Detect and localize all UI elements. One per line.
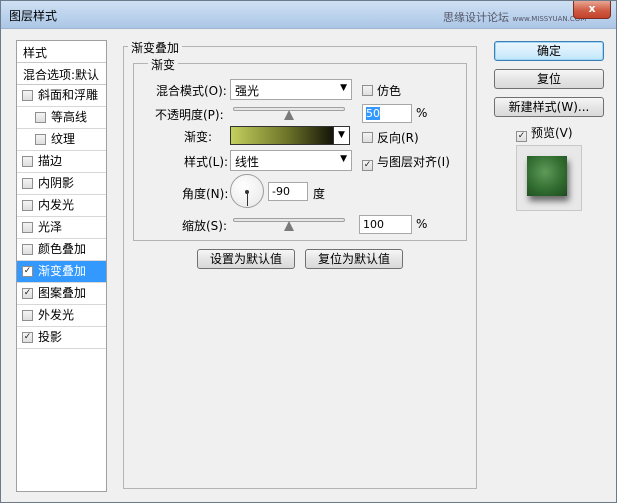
title-bar[interactable]: 图层样式 思缘设计论坛 www.MISSYUAN.COM x [1, 1, 616, 29]
angle-label: 角度(N): [182, 187, 229, 201]
opacity-input[interactable]: 50 [362, 104, 412, 123]
gradient-subgroup-title: 渐变 [148, 56, 179, 73]
style-list-item[interactable]: 内阴影 [17, 173, 106, 195]
style-label: 样式(L): [184, 155, 229, 169]
style-list-item[interactable]: 斜面和浮雕 [17, 85, 106, 107]
close-button[interactable]: x [573, 1, 611, 19]
chevron-down-icon: ▼ [340, 154, 347, 164]
style-list-item[interactable]: 描边 [17, 151, 106, 173]
angle-dial-center [245, 190, 249, 194]
angle-needle [247, 192, 248, 206]
align-with-layer-checkbox[interactable]: ✓ 与图层对齐(I) [362, 153, 450, 171]
opacity-percent: % [416, 106, 428, 120]
make-default-button[interactable]: 设置为默认值 [197, 249, 295, 269]
scale-label: 缩放(S): [182, 219, 228, 233]
dither-checkbox[interactable]: 仿色 [362, 82, 401, 99]
scale-slider-thumb[interactable] [284, 221, 294, 231]
angle-dial[interactable] [230, 174, 264, 208]
blend-mode-value: 强光 [235, 84, 260, 98]
style-list-item[interactable]: ✓ 渐变叠加 [17, 261, 106, 283]
checkbox-box[interactable] [35, 134, 46, 145]
checkmark-icon[interactable]: ✓ [22, 266, 33, 277]
style-list-item-label: 纹理 [51, 132, 76, 146]
gradient-overlay-title: 渐变叠加 [128, 39, 183, 56]
gradient-style-select[interactable]: 线性 ▼ [230, 150, 352, 171]
style-list-item-label: 投影 [38, 330, 63, 344]
preview-checkbox[interactable]: ✓ 预览(V) [516, 124, 573, 142]
style-list-item-label: 斜面和浮雕 [38, 88, 99, 102]
style-list-item-label: 描边 [38, 154, 63, 168]
blend-options-item[interactable]: 混合选项:默认 [17, 63, 106, 85]
align-with-layer-label: 与图层对齐(I) [377, 155, 450, 169]
checkbox-box[interactable] [22, 244, 33, 255]
ok-button[interactable]: 确定 [494, 41, 604, 61]
new-style-button[interactable]: 新建样式(W)... [494, 97, 604, 117]
chevron-down-icon: ▼ [338, 130, 345, 140]
style-list-item[interactable]: 等高线 [17, 107, 106, 129]
style-list-item-label: 渐变叠加 [38, 264, 87, 278]
style-list-item-label: 内发光 [38, 198, 75, 212]
style-list-item-label: 颜色叠加 [38, 242, 87, 256]
checkbox-box[interactable] [22, 222, 33, 233]
window-title: 图层样式 [9, 9, 58, 23]
preview-swatch [527, 156, 567, 196]
style-list-item[interactable]: ✓ 图案叠加 [17, 283, 106, 305]
style-list-item[interactable]: 内发光 [17, 195, 106, 217]
checkbox-box[interactable] [362, 132, 373, 143]
gradient-preview-swatch[interactable] [230, 126, 334, 145]
gradient-label: 渐变: [184, 130, 213, 144]
style-list-item[interactable]: 外发光 [17, 305, 106, 327]
opacity-slider-thumb[interactable] [284, 110, 294, 120]
style-list-item-label: 等高线 [51, 110, 88, 124]
reset-to-default-button[interactable]: 复位为默认值 [305, 249, 403, 269]
checkbox-box[interactable] [35, 112, 46, 123]
style-list-item[interactable]: 光泽 [17, 217, 106, 239]
style-list-item[interactable]: 纹理 [17, 129, 106, 151]
close-icon[interactable]: x [588, 2, 595, 15]
checkbox-box[interactable] [22, 200, 33, 211]
blend-mode-label: 混合模式(O): [156, 84, 227, 98]
watermark: 思缘设计论坛 www.MISSYUAN.COM [443, 11, 587, 24]
gradient-style-value: 线性 [235, 155, 260, 169]
checkbox-box[interactable] [22, 156, 33, 167]
checkmark-icon[interactable]: ✓ [22, 288, 33, 299]
chevron-down-icon: ▼ [340, 83, 347, 93]
scale-percent: % [416, 217, 428, 231]
gradient-picker-button[interactable]: ▼ [333, 126, 350, 145]
style-list: 样式 混合选项:默认 斜面和浮雕等高线纹理描边内阴影内发光光泽颜色叠加 ✓ 渐变叠加… [16, 40, 107, 492]
dither-label: 仿色 [377, 84, 402, 98]
degree-label: 度 [313, 187, 326, 201]
style-list-header[interactable]: 样式 [17, 41, 106, 63]
reverse-label: 反向(R) [377, 131, 419, 145]
style-list-item[interactable]: ✓ 投影 [17, 327, 106, 349]
checkbox-box[interactable] [362, 85, 373, 96]
checkmark-icon[interactable]: ✓ [362, 160, 373, 171]
reset-button[interactable]: 复位 [494, 69, 604, 89]
preview-label: 预览(V) [531, 126, 573, 140]
scale-input[interactable]: 100 [359, 215, 412, 234]
style-list-item-label: 外发光 [38, 308, 75, 322]
style-list-item-label: 图案叠加 [38, 286, 87, 300]
checkbox-box[interactable] [22, 178, 33, 189]
style-list-item-label: 光泽 [38, 220, 63, 234]
checkmark-icon[interactable]: ✓ [22, 332, 33, 343]
checkbox-box[interactable] [22, 310, 33, 321]
angle-input[interactable]: -90 [268, 182, 308, 201]
style-list-item-label: 内阴影 [38, 176, 75, 190]
checkbox-box[interactable] [22, 90, 33, 101]
reverse-checkbox[interactable]: 反向(R) [362, 129, 419, 146]
checkmark-icon[interactable]: ✓ [516, 131, 527, 142]
blend-mode-select[interactable]: 强光 ▼ [230, 79, 352, 100]
style-preview [516, 145, 582, 211]
dialog-body: 样式 混合选项:默认 斜面和浮雕等高线纹理描边内阴影内发光光泽颜色叠加 ✓ 渐变叠加… [1, 30, 616, 502]
layer-style-dialog: 图层样式 思缘设计论坛 www.MISSYUAN.COM x 样式 混合选项:默… [0, 0, 617, 503]
style-list-item[interactable]: 颜色叠加 [17, 239, 106, 261]
opacity-label: 不透明度(P): [155, 108, 224, 122]
